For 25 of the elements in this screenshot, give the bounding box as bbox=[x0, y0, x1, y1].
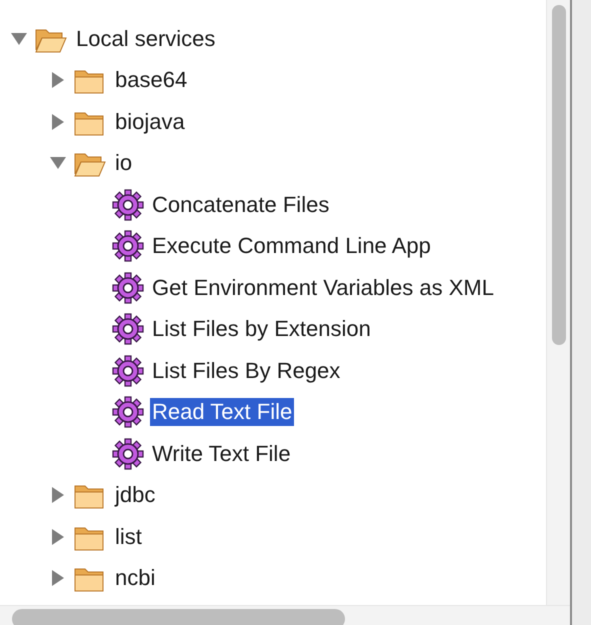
folder-label[interactable]: base64 bbox=[113, 66, 190, 94]
service-label[interactable]: Read Text File bbox=[150, 398, 294, 426]
folder-label[interactable]: io bbox=[113, 149, 134, 178]
gear-icon bbox=[112, 188, 144, 221]
service-label[interactable]: List Files by Extension bbox=[150, 315, 373, 344]
folder-label[interactable]: list bbox=[113, 522, 144, 551]
service-label[interactable]: List Files By Regex bbox=[150, 356, 342, 385]
service-label[interactable]: Write Text File bbox=[150, 440, 293, 468]
scrollbar-thumb[interactable] bbox=[12, 609, 345, 625]
gear-icon bbox=[112, 230, 144, 262]
service-label[interactable]: Concatenate Files bbox=[150, 190, 332, 219]
vertical-scrollbar[interactable] bbox=[546, 0, 570, 605]
folder-label[interactable]: Local services bbox=[74, 24, 218, 53]
service-label[interactable]: Execute Command Line App bbox=[150, 232, 433, 260]
gear-icon bbox=[112, 396, 144, 428]
service-label[interactable]: Get Environment Variables as XML bbox=[150, 274, 496, 302]
gear-icon bbox=[112, 354, 144, 387]
folder-label[interactable]: jdbc bbox=[113, 481, 158, 510]
gear-icon bbox=[112, 313, 144, 346]
gear-icon bbox=[112, 438, 144, 470]
horizontal-scrollbar[interactable] bbox=[0, 605, 570, 625]
folder-label[interactable]: ncbi bbox=[113, 564, 158, 592]
scrollbar-thumb[interactable] bbox=[552, 5, 566, 345]
gear-icon bbox=[112, 272, 144, 304]
folder-label[interactable]: biojava bbox=[113, 108, 187, 136]
